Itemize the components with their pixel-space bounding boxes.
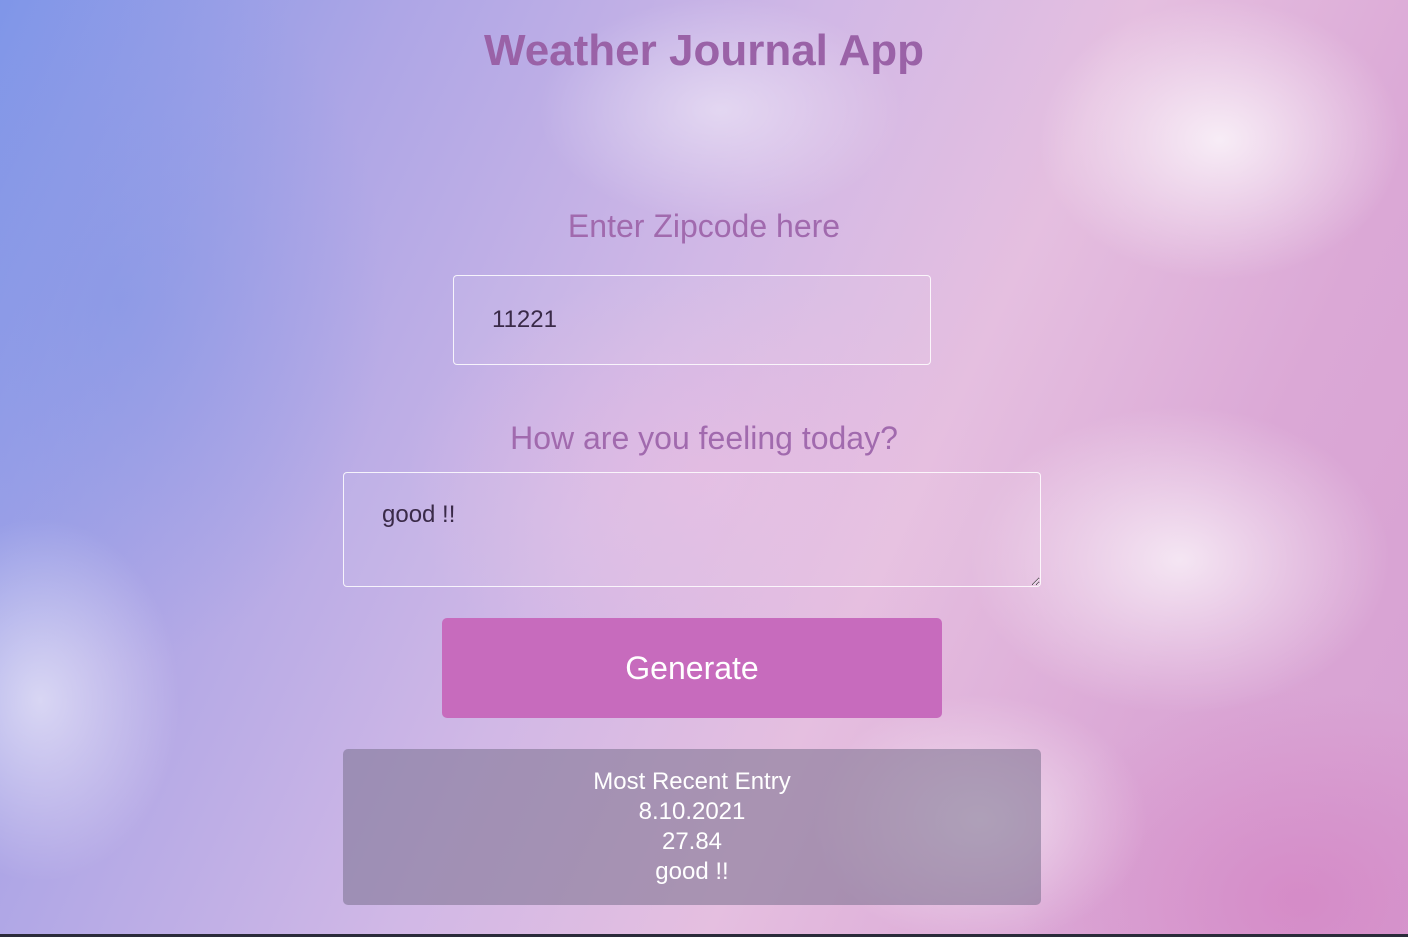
zip-label: Enter Zipcode here [567, 208, 841, 244]
entry-content: good !! [655, 858, 729, 885]
recent-entry-panel: Most Recent Entry 8.10.2021 27.84 good !… [343, 749, 1041, 905]
feelings-label: How are you feeling today? [510, 420, 898, 456]
entry-date: 8.10.2021 [638, 798, 746, 825]
zip-input[interactable] [453, 275, 931, 365]
feelings-textarea[interactable]: good !! [343, 472, 1041, 587]
entry-temperature: 27.84 [661, 828, 723, 855]
recent-entry-heading: Most Recent Entry [593, 768, 791, 795]
app-title: Weather Journal App [483, 26, 925, 75]
generate-button[interactable]: Generate [442, 618, 942, 718]
